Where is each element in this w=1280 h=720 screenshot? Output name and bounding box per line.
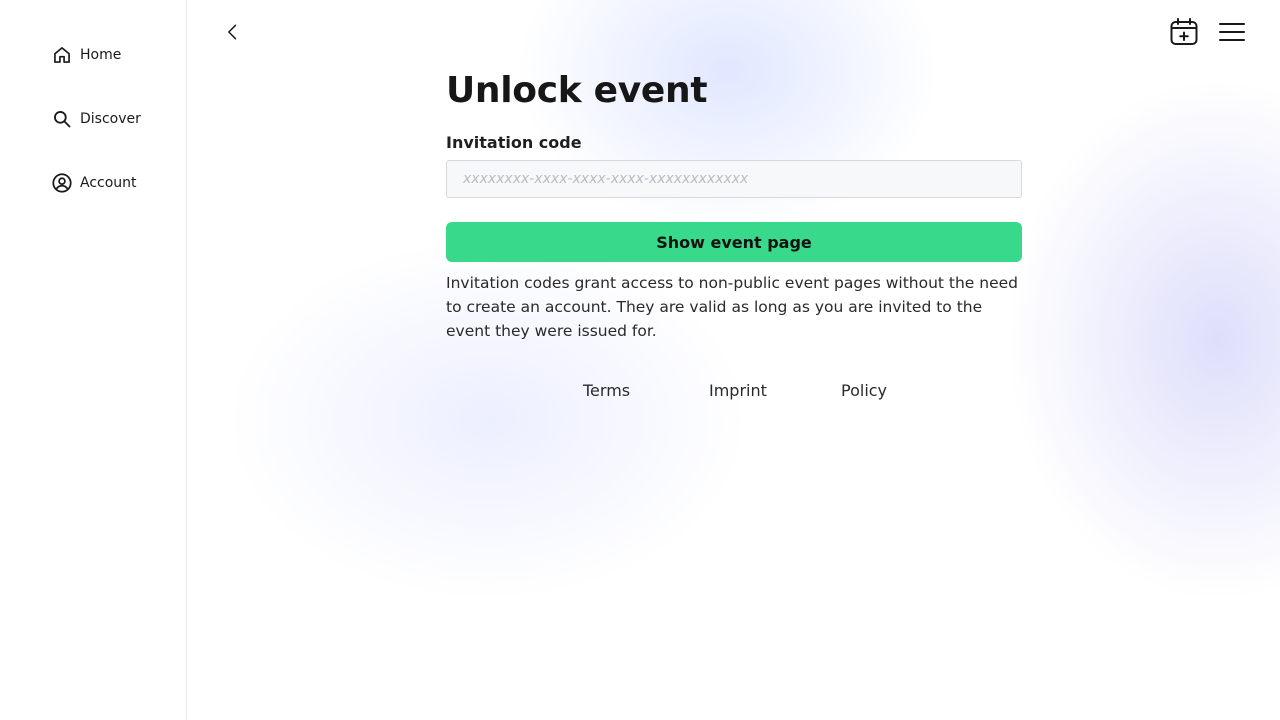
sidebar-item-label: Home: [80, 47, 122, 63]
background-gradient: [1008, 80, 1280, 600]
calendar-plus-icon: [1170, 18, 1198, 45]
unlock-event-form: Unlock event Invitation code Show event …: [446, 66, 1022, 400]
show-event-page-button[interactable]: Show event page: [446, 222, 1022, 262]
footer-link-policy[interactable]: Policy: [841, 379, 887, 403]
chevron-left-icon: [228, 24, 237, 40]
help-text: Invitation codes grant access to non-pub…: [446, 274, 1019, 340]
main-area: Unlock event Invitation code Show event …: [188, 0, 1280, 720]
footer-link-terms[interactable]: Terms: [583, 379, 630, 403]
invitation-code-input[interactable]: [446, 160, 1022, 198]
sidebar-item-account[interactable]: Account: [51, 171, 137, 195]
footer-links: Terms Imprint Policy: [446, 379, 1022, 403]
account-circle-icon: [51, 172, 73, 194]
home-icon: [51, 44, 73, 66]
back-button[interactable]: [221, 20, 245, 44]
sidebar-item-home[interactable]: Home: [51, 43, 121, 67]
add-event-button[interactable]: [1168, 16, 1200, 48]
page-title: Unlock event: [446, 70, 708, 111]
footer-link-imprint[interactable]: Imprint: [709, 379, 767, 403]
sidebar-item-discover[interactable]: Discover: [51, 107, 141, 131]
invitation-code-label: Invitation code: [446, 133, 582, 152]
sidebar-item-label: Account: [80, 175, 137, 191]
app-root: Home Discover Account Unlock event Invit…: [0, 0, 1280, 720]
sidebar: Home Discover Account: [0, 0, 187, 720]
hamburger-menu-icon: [1219, 23, 1245, 41]
sidebar-item-label: Discover: [80, 111, 141, 127]
search-icon: [51, 108, 73, 130]
menu-button[interactable]: [1216, 16, 1248, 48]
